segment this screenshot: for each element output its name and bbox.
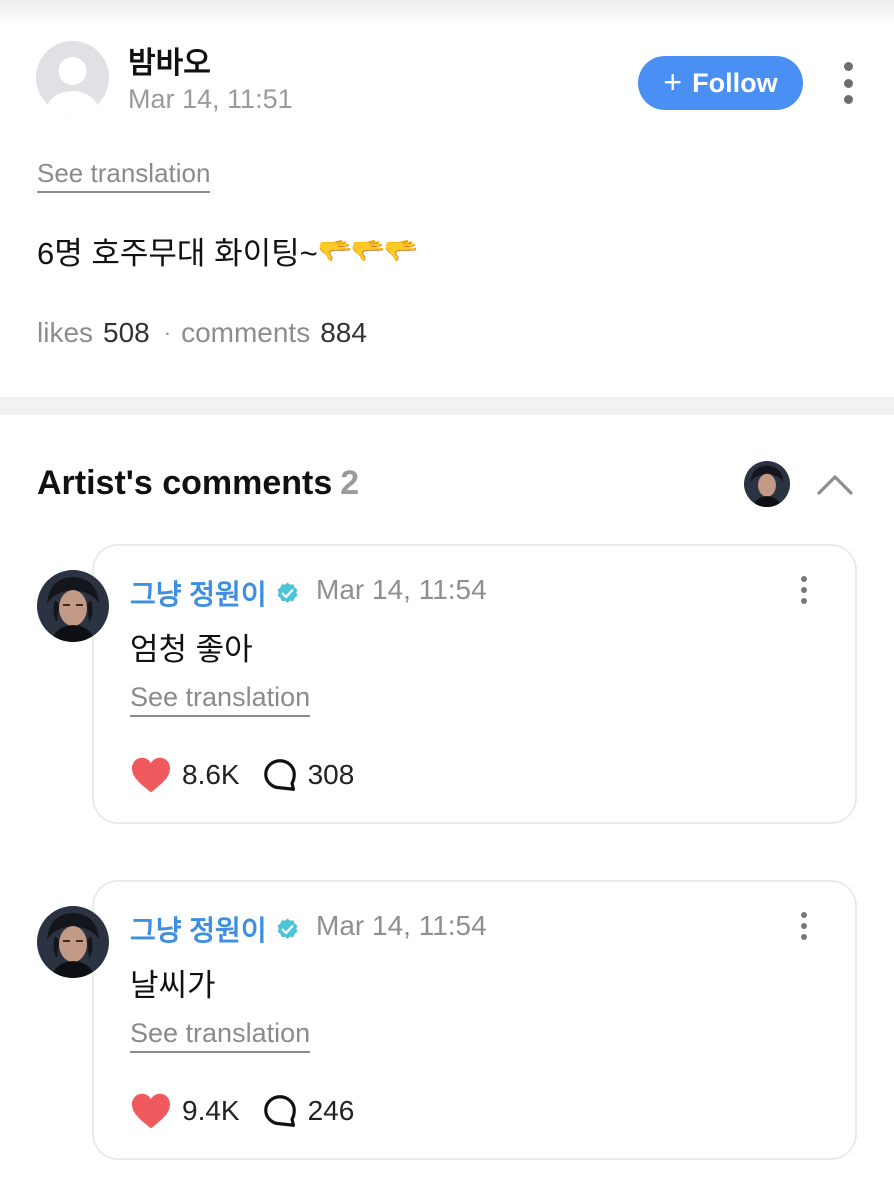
comment-author-name[interactable]: 그냥 정원이 <box>130 909 267 949</box>
artist-comments-title: Artist's comments 2 <box>37 464 359 503</box>
post-body: 6명 호주무대 화이팅~ 🫳 🫳 🫳 <box>37 228 418 273</box>
comment-reply-count: 246 <box>307 1095 355 1126</box>
comments-count[interactable]: 884 <box>320 317 367 349</box>
stats-separator: · <box>163 320 172 345</box>
artist-avatar[interactable] <box>37 906 109 978</box>
section-divider <box>0 397 894 415</box>
plus-icon: + <box>663 63 683 100</box>
speech-bubble-icon <box>263 1095 296 1127</box>
artist-comment-card: 그냥 정원이 Mar 14, 11:54 날씨가 See translation… <box>92 880 857 1160</box>
collapse-chevron-up-icon[interactable] <box>816 470 854 498</box>
artist-portrait-icon <box>37 906 109 978</box>
comment-like-count: 8.6K <box>182 759 240 790</box>
artist-mini-avatar[interactable] <box>744 461 790 507</box>
comment-reply-button[interactable]: 246 <box>262 1093 355 1129</box>
top-shadow <box>0 0 894 28</box>
post-author-name[interactable]: 밤바오 <box>128 38 211 82</box>
comment-like-button[interactable]: 9.4K <box>130 1092 240 1130</box>
post-author-avatar[interactable] <box>36 41 109 114</box>
likes-label: likes <box>37 317 94 348</box>
palm-down-hand-emoji: 🫳 <box>383 235 419 266</box>
artist-avatar[interactable] <box>37 570 109 642</box>
comment-reply-button[interactable]: 308 <box>262 757 355 793</box>
likes-count: 508 <box>103 317 150 348</box>
default-user-icon <box>36 41 109 114</box>
comment-like-count: 9.4K <box>182 1095 240 1126</box>
palm-down-hand-emoji-group: 🫳 🫳 🫳 <box>317 234 419 267</box>
comment-actions: 8.6K 308 <box>130 753 354 797</box>
comment-author[interactable]: 그냥 정원이 <box>130 909 300 949</box>
comment-text: 날씨가 <box>130 968 216 1003</box>
heart-icon <box>132 1093 170 1129</box>
artist-comment-card: 그냥 정원이 Mar 14, 11:54 엄청 좋아 See translati… <box>92 544 857 824</box>
comment-more-options-icon[interactable] <box>794 576 814 604</box>
artist-comments-label: Artist's comments <box>37 464 333 502</box>
comment-see-translation-link[interactable]: See translation <box>130 1018 311 1053</box>
comment-timestamp: Mar 14, 11:54 <box>316 574 487 605</box>
speech-bubble-icon <box>263 759 296 791</box>
comment-like-button[interactable]: 8.6K <box>130 756 240 794</box>
comment-author[interactable]: 그냥 정원이 <box>130 573 300 613</box>
heart-icon <box>132 757 170 793</box>
comment-see-translation-link[interactable]: See translation <box>130 682 311 717</box>
palm-down-hand-emoji: 🫳 <box>317 235 353 266</box>
follow-button[interactable]: + Follow <box>638 56 803 110</box>
verified-badge-icon <box>277 918 297 939</box>
post-body-text: 6명 호주무대 화이팅~ <box>37 236 318 271</box>
post-stats: likes 508 · comments 884 <box>37 317 367 349</box>
verified-badge-icon <box>277 582 297 603</box>
artist-comments-count: 2 <box>340 464 360 502</box>
post-more-options-icon[interactable] <box>838 62 858 104</box>
comment-text: 엄청 좋아 <box>130 632 253 667</box>
comment-author-name[interactable]: 그냥 정원이 <box>130 573 267 613</box>
artist-portrait-icon <box>37 570 109 642</box>
artist-portrait-icon <box>744 461 790 507</box>
follow-label: Follow <box>692 67 778 98</box>
comment-reply-count: 308 <box>307 759 355 790</box>
post-page: 밤바오 Mar 14, 11:51 + Follow See translati… <box>0 0 894 1200</box>
comment-actions: 9.4K 246 <box>130 1089 354 1133</box>
comment-timestamp: Mar 14, 11:54 <box>316 910 487 941</box>
comments-label[interactable]: comments <box>181 317 310 349</box>
post-timestamp: Mar 14, 11:51 <box>128 84 293 114</box>
post-see-translation-link[interactable]: See translation <box>37 158 211 193</box>
comment-more-options-icon[interactable] <box>794 912 814 940</box>
palm-down-hand-emoji: 🫳 <box>350 235 386 266</box>
